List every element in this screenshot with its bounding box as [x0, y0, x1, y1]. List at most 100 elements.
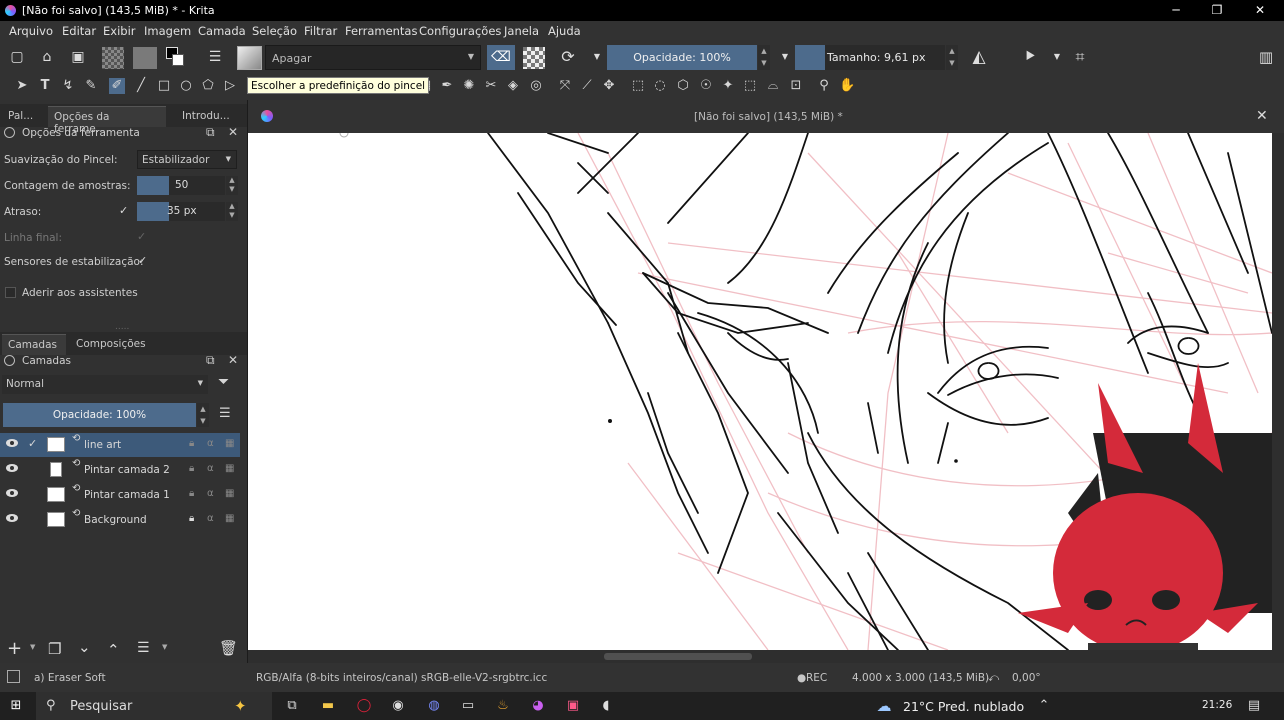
smart-patch-icon[interactable]: ✺: [461, 78, 477, 94]
samples-spin-arrows[interactable]: ▲ ▼: [226, 176, 238, 195]
sensors-checkbox[interactable]: ✓: [138, 254, 147, 267]
blend-mode-combo[interactable]: Apagar ▼: [265, 45, 481, 70]
rect-select-icon[interactable]: ⬚: [630, 78, 646, 94]
line-tool-icon[interactable]: ╱: [133, 78, 149, 94]
tray-chevron-icon[interactable]: ⌃: [1036, 698, 1052, 714]
similar-select-icon[interactable]: ⬚: [742, 78, 758, 94]
delay-slider[interactable]: 35 px: [137, 202, 225, 221]
move-layer-up-icon[interactable]: ⌃: [107, 641, 120, 659]
discord-icon[interactable]: ◍: [426, 698, 442, 714]
status-record[interactable]: REC: [806, 672, 827, 684]
layer-properties-icon[interactable]: ☰: [137, 640, 150, 656]
float-docker-icon[interactable]: ⧉: [206, 125, 215, 140]
snap-assistants-checkbox[interactable]: [5, 287, 16, 298]
float-docker-icon[interactable]: ⧉: [206, 353, 215, 368]
terminal-icon[interactable]: ▭: [460, 698, 476, 714]
move-tool-icon[interactable]: ✥: [601, 78, 617, 94]
opera-icon[interactable]: ◯: [356, 698, 372, 714]
crop-icon[interactable]: ⟋: [579, 78, 595, 94]
fill-tool-icon[interactable]: ◈: [505, 78, 521, 94]
smoothing-combo[interactable]: Estabilizador ▼: [137, 150, 237, 169]
taskbar-search[interactable]: ⚲ Pesquisar ✦: [36, 692, 272, 720]
pattern-swatch[interactable]: [133, 47, 157, 69]
close-document-icon[interactable]: ✕: [1256, 108, 1268, 124]
delay-spin-arrows[interactable]: ▲ ▼: [226, 202, 238, 221]
drawing-canvas[interactable]: [248, 133, 1272, 650]
move-layer-down-icon[interactable]: ⌄: [78, 638, 91, 656]
layer-blend-combo[interactable]: Normal ▼: [2, 375, 208, 394]
bezier-select-icon[interactable]: ⌓: [765, 78, 781, 94]
text-tool-icon[interactable]: T: [37, 78, 53, 94]
layer-opacity-slider[interactable]: Opacidade: 100%: [3, 403, 196, 427]
menu-ajuda[interactable]: Ajuda: [548, 24, 581, 38]
menu-imagem[interactable]: Imagem: [144, 24, 191, 38]
chevron-down-icon[interactable]: ▼: [162, 643, 167, 651]
freehand-select-icon[interactable]: ☉: [698, 78, 714, 94]
pan-hand-icon[interactable]: ✋: [839, 78, 855, 94]
menu-selecao[interactable]: Seleção: [252, 24, 297, 38]
menu-arquivo[interactable]: Arquivo: [9, 24, 53, 38]
alpha-icon[interactable]: α: [207, 513, 214, 524]
edit-shapes-icon[interactable]: ↯: [60, 78, 76, 94]
open-folder-icon[interactable]: ⌂: [38, 48, 56, 66]
eraser-mode-icon[interactable]: ⌫: [487, 45, 515, 70]
brush-settings-icon[interactable]: ☰: [206, 48, 224, 66]
lock-icon[interactable]: 🔒︎: [189, 438, 194, 449]
clock-time[interactable]: 21:26: [1202, 699, 1232, 711]
save-icon[interactable]: ▣: [69, 48, 87, 66]
eye-icon[interactable]: [6, 489, 18, 497]
mirror-vertical-icon[interactable]: ⯈: [1021, 48, 1039, 66]
ellipse-tool-icon[interactable]: ○: [178, 78, 194, 94]
rectangle-tool-icon[interactable]: □: [156, 78, 172, 94]
weather-text[interactable]: 21°C Pred. nublado: [903, 699, 1024, 714]
windows-start-icon[interactable]: ⊞: [8, 698, 24, 714]
vertical-scrollbar[interactable]: [1272, 133, 1284, 650]
menu-configuracoes[interactable]: Configurações: [419, 24, 501, 38]
new-document-icon[interactable]: ▢: [8, 48, 26, 66]
finish-line-checkbox[interactable]: ✓: [137, 230, 146, 243]
delete-layer-icon[interactable]: 🗑︎: [219, 639, 238, 657]
chevron-down-icon[interactable]: ▼: [588, 48, 606, 66]
mirror-horizontal-icon[interactable]: ◭: [970, 48, 988, 66]
color-picker-icon[interactable]: ✒: [439, 78, 455, 94]
layer-opacity-spin[interactable]: ▲ ▼: [197, 403, 209, 427]
assistant-tool-icon[interactable]: ✂: [483, 78, 499, 94]
menu-exibir[interactable]: Exibir: [103, 24, 136, 38]
menu-camada[interactable]: Camada: [198, 24, 246, 38]
eye-icon[interactable]: [6, 439, 18, 447]
chevron-down-icon[interactable]: ▼: [1048, 48, 1066, 66]
audio-app-icon[interactable]: ◖: [598, 698, 614, 714]
close-docker-icon[interactable]: ✕: [228, 125, 238, 139]
docker-splitter[interactable]: .....: [115, 322, 129, 332]
opacity-slider[interactable]: Opacidade: 100%: [607, 45, 757, 70]
horizontal-scroll-thumb[interactable]: [604, 653, 752, 660]
zoom-icon[interactable]: ⚲: [816, 78, 832, 94]
layer-row[interactable]: ✓ ⟲ line art 🔒︎ α ▦: [0, 433, 240, 457]
krita-taskbar-icon[interactable]: ◕: [530, 698, 546, 714]
opacity-spin-arrows[interactable]: ▲ ▼: [758, 45, 770, 70]
minimize-button[interactable]: ─: [1158, 0, 1194, 21]
wrap-around-icon[interactable]: ⌗: [1071, 48, 1089, 66]
layer-menu-icon[interactable]: ☰: [219, 406, 231, 421]
measure-icon[interactable]: ◎: [528, 78, 544, 94]
polyline-tool-icon[interactable]: ▷: [222, 78, 238, 94]
select-shapes-icon[interactable]: ➤: [14, 78, 30, 94]
eye-icon[interactable]: [6, 514, 18, 522]
duplicate-layer-icon[interactable]: ❐: [48, 640, 61, 658]
lock-icon[interactable]: 🔒︎: [189, 513, 194, 524]
chevron-down-icon[interactable]: ▼: [776, 48, 794, 66]
chevron-down-icon[interactable]: ▼: [30, 643, 35, 651]
lock-icon[interactable]: 🔒︎: [189, 488, 194, 499]
gradient-swatch[interactable]: [102, 47, 124, 69]
freehand-brush-icon[interactable]: ✐: [109, 78, 125, 94]
polygon-tool-icon[interactable]: ⬠: [200, 78, 216, 94]
add-layer-icon[interactable]: +: [7, 638, 22, 659]
steam-icon[interactable]: ◉: [390, 698, 406, 714]
checkmark-icon[interactable]: ✓: [28, 437, 37, 450]
layer-row[interactable]: ⟲ Pintar camada 2 🔒︎ α ▦: [0, 458, 240, 482]
alpha-icon[interactable]: α: [207, 463, 214, 474]
magic-wand-icon[interactable]: ✦: [720, 78, 736, 94]
ellipse-select-icon[interactable]: ◌: [652, 78, 668, 94]
alpha-icon[interactable]: α: [207, 438, 214, 449]
menu-editar[interactable]: Editar: [62, 24, 96, 38]
